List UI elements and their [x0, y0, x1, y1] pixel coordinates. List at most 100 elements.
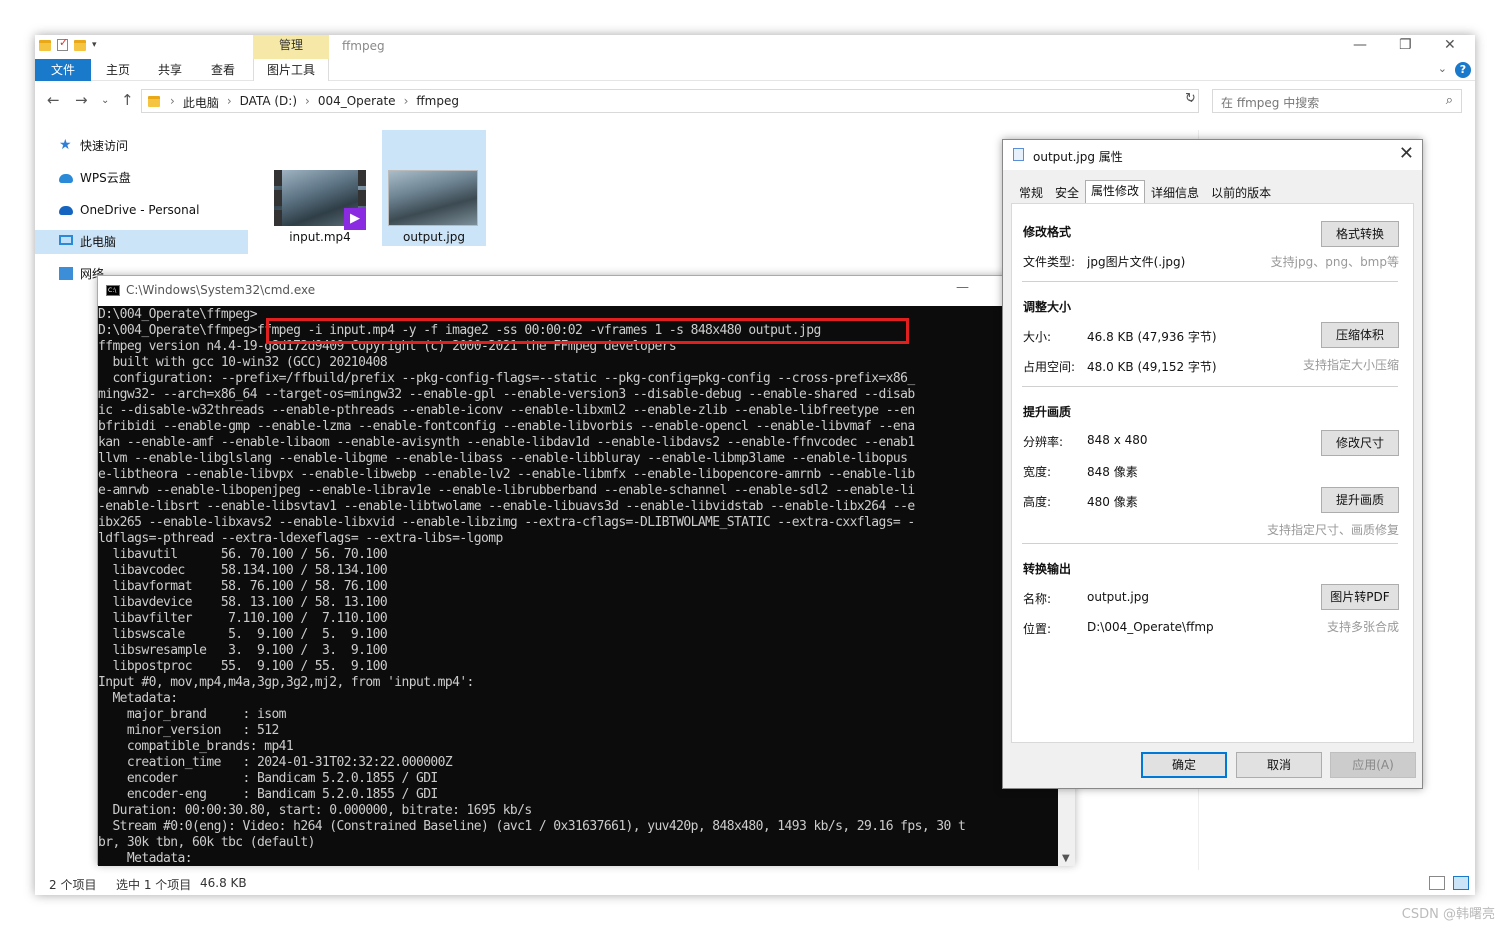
chevron-right-icon[interactable]: › — [170, 94, 175, 111]
tab-details[interactable]: 详细信息 — [1145, 182, 1205, 203]
file-name: input.mp4 — [289, 230, 351, 244]
sidebar-item-this-pc[interactable]: 此电脑 — [35, 230, 248, 254]
dialog-title-bar: output.jpg 属性 ✕ — [1003, 140, 1422, 170]
details-view-icon[interactable] — [1429, 876, 1445, 890]
chevron-right-icon[interactable]: › — [227, 94, 232, 111]
size-label: 大小: — [1023, 330, 1052, 344]
computer-icon — [59, 235, 73, 245]
up-arrow-icon[interactable]: ↑ — [121, 91, 134, 109]
apply-button[interactable]: 应用(A) — [1330, 752, 1416, 778]
close-icon[interactable]: ✕ — [1399, 143, 1414, 164]
tab-security[interactable]: 安全 — [1049, 182, 1085, 203]
cmd-icon: C:\ — [106, 285, 120, 296]
help-icon[interactable]: ? — [1455, 62, 1471, 78]
resolution-label: 分辨率: — [1023, 435, 1064, 449]
crumb-this-pc[interactable]: 此电脑 — [183, 94, 219, 111]
minimize-button[interactable]: — — [956, 280, 969, 295]
tab-general[interactable]: 常规 — [1013, 182, 1049, 203]
console-text: D:\004_Operate\ffmpeg> D:\004_Operate\ff… — [98, 307, 966, 866]
divider — [1022, 281, 1398, 282]
folder-icon[interactable] — [39, 39, 51, 51]
properties-dialog: output.jpg 属性 ✕ 常规 安全 属性修改 详细信息 以前的版本 修改… — [1002, 139, 1423, 789]
cloud-icon — [59, 174, 73, 183]
tab-picture-tools[interactable]: 图片工具 — [253, 59, 329, 81]
disk-size-value: 48.0 KB (49,152 字节) — [1087, 360, 1217, 374]
search-icon[interactable]: ⌕ — [1446, 93, 1453, 108]
chevron-down-icon[interactable]: ⌄ — [1438, 62, 1447, 75]
new-folder-icon[interactable] — [74, 39, 86, 51]
star-icon: ★ — [59, 137, 72, 153]
crumb-operate[interactable]: 004_Operate — [318, 94, 396, 111]
forward-arrow-icon[interactable]: → — [75, 91, 88, 109]
properties-icon[interactable] — [57, 36, 68, 51]
size-value: 46.8 KB (47,936 字节) — [1087, 330, 1217, 344]
file-name: output.jpg — [403, 230, 465, 244]
file-item-input-mp4[interactable]: ▶ input.mp4 — [268, 130, 372, 246]
large-icons-view-icon[interactable] — [1453, 876, 1469, 890]
cmd-window: C:\ C:\Windows\System32\cmd.exe — D:\004… — [97, 275, 1075, 866]
format-convert-button[interactable]: 格式转换 — [1321, 221, 1399, 247]
sidebar-item-label: OneDrive - Personal — [80, 203, 200, 217]
section-heading-quality: 提升画质 — [1023, 405, 1072, 419]
tab-home[interactable]: 主页 — [101, 59, 135, 81]
enhance-button[interactable]: 提升画质 — [1321, 487, 1399, 513]
crumb-drive[interactable]: DATA (D:) — [240, 94, 297, 111]
image-thumbnail-icon — [388, 170, 478, 226]
file-type-value: jpg图片文件(.jpg) — [1087, 255, 1186, 269]
console-output[interactable]: D:\004_Operate\ffmpeg> D:\004_Operate\ff… — [98, 306, 1058, 866]
tab-view[interactable]: 查看 — [206, 59, 240, 81]
image-to-pdf-button[interactable]: 图片转PDF — [1321, 584, 1399, 610]
sidebar-item-label: WPS云盘 — [80, 171, 131, 185]
network-icon — [59, 267, 73, 280]
crumb-ffmpeg[interactable]: ffmpeg — [416, 94, 459, 111]
compress-hint: 支持指定大小压缩 — [1302, 358, 1399, 372]
tab-file[interactable]: 文件 — [35, 59, 91, 81]
refresh-icon[interactable]: ↻ — [1185, 91, 1196, 106]
dialog-tabs: 常规 安全 属性修改 详细信息 以前的版本 — [1013, 180, 1277, 204]
cancel-button[interactable]: 取消 — [1236, 752, 1322, 778]
onedrive-icon — [59, 206, 73, 215]
media-player-icon: ▶ — [344, 208, 366, 230]
sidebar-item-onedrive[interactable]: OneDrive - Personal — [35, 198, 248, 222]
width-label: 宽度: — [1023, 465, 1052, 479]
minimize-button[interactable]: — — [1353, 37, 1367, 53]
tab-previous-versions[interactable]: 以前的版本 — [1205, 182, 1277, 203]
ok-button[interactable]: 确定 — [1141, 752, 1227, 778]
selection-count: 选中 1 个项目 — [116, 878, 192, 892]
recent-locations-icon[interactable]: ⌄ — [101, 95, 109, 106]
address-field[interactable]: › 此电脑 › DATA (D:) › 004_Operate › ffmpeg… — [141, 89, 1199, 113]
selection-size: 46.8 KB — [200, 876, 247, 890]
dialog-title: output.jpg 属性 — [1033, 150, 1123, 164]
tab-panel: 修改格式 格式转换 文件类型: jpg图片文件(.jpg) 支持jpg、png、… — [1011, 203, 1414, 743]
restore-button[interactable]: ❐ — [1399, 37, 1412, 53]
file-item-output-jpg[interactable]: output.jpg — [382, 130, 486, 246]
search-placeholder: 在 ffmpeg 中搜索 — [1221, 96, 1320, 110]
address-bar-row: ← → ⌄ ↑ › 此电脑 › DATA (D:) › 004_Operate … — [35, 87, 1475, 115]
folder-icon — [148, 96, 160, 107]
tab-share[interactable]: 共享 — [153, 59, 187, 81]
name-value: output.jpg — [1087, 590, 1149, 604]
customize-toolbar-icon[interactable]: ▾ — [92, 40, 97, 50]
sidebar-item-quick-access[interactable]: ★ 快速访问 — [35, 134, 248, 158]
item-count: 2 个项目 — [49, 878, 97, 892]
window-title: ffmpeg — [342, 39, 385, 53]
manage-context-tab[interactable]: 管理 — [253, 35, 329, 59]
chevron-right-icon[interactable]: › — [404, 94, 409, 111]
scroll-down-icon[interactable]: ▼ — [1062, 853, 1070, 864]
search-input[interactable]: 在 ffmpeg 中搜索 ⌕ — [1212, 89, 1462, 113]
file-icon — [1013, 148, 1024, 161]
width-value: 848 像素 — [1087, 465, 1138, 479]
resize-button[interactable]: 修改尺寸 — [1321, 430, 1399, 456]
close-button[interactable]: ✕ — [1444, 37, 1456, 53]
command-highlight-box — [266, 318, 909, 344]
chevron-right-icon[interactable]: › — [305, 94, 310, 111]
location-label: 位置: — [1023, 622, 1052, 636]
cmd-title: C:\Windows\System32\cmd.exe — [126, 283, 316, 297]
compress-button[interactable]: 压缩体积 — [1321, 322, 1399, 348]
breadcrumb: › 此电脑 › DATA (D:) › 004_Operate › ffmpeg — [170, 94, 459, 111]
back-arrow-icon[interactable]: ← — [47, 91, 60, 109]
section-heading-size: 调整大小 — [1023, 300, 1072, 314]
tab-attribute-edit[interactable]: 属性修改 — [1085, 180, 1146, 203]
divider — [1022, 543, 1398, 544]
sidebar-item-wps-cloud[interactable]: WPS云盘 — [35, 166, 248, 190]
